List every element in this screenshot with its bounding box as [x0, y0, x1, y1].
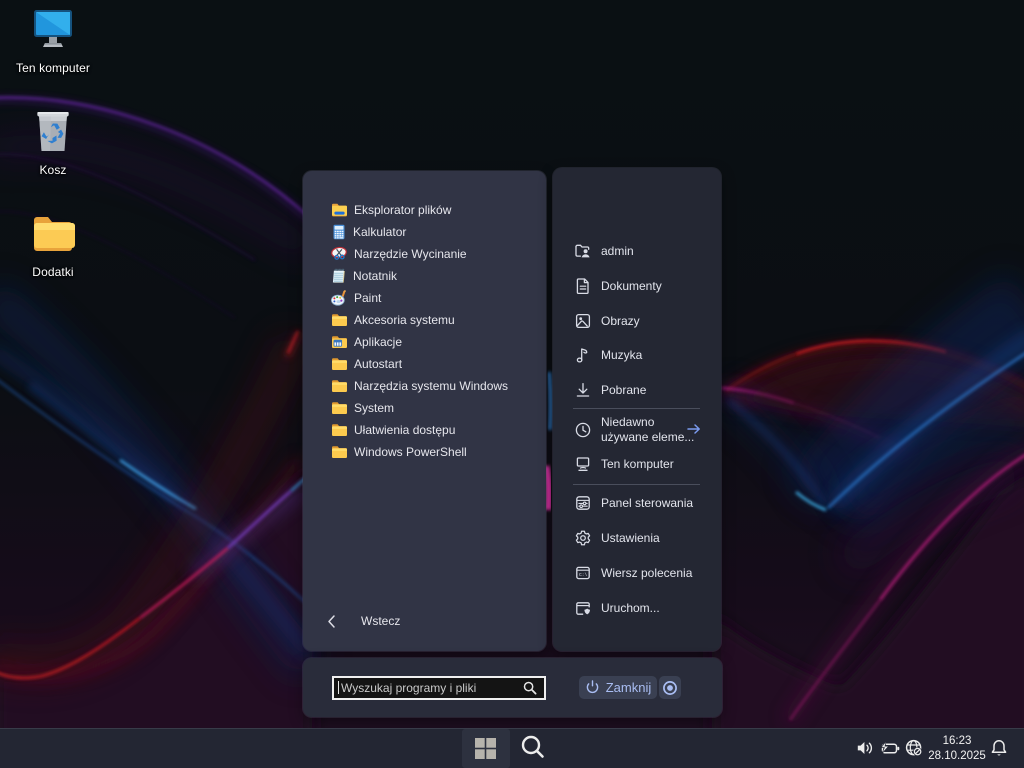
svg-text:C:\: C:\ — [579, 572, 588, 578]
